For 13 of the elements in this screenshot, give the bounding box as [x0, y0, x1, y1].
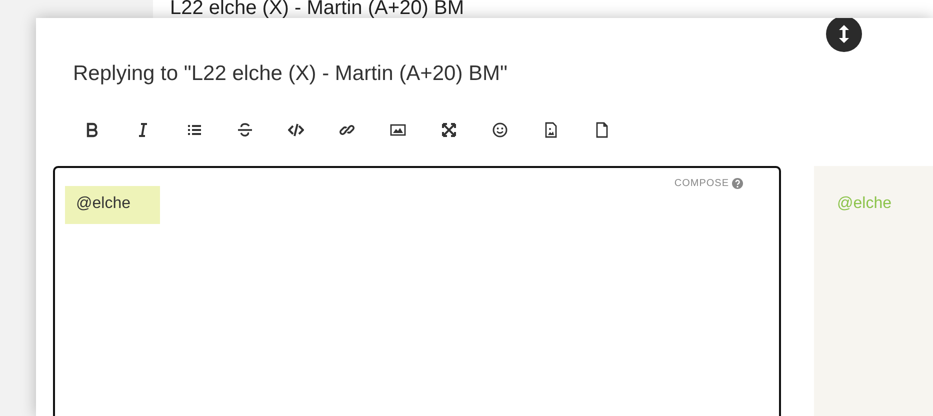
smiley-icon: [492, 122, 508, 138]
strikethrough-icon: [236, 122, 252, 138]
mention-text: @elche: [65, 186, 160, 224]
editor-field[interactable]: COMPOSE @elche: [53, 166, 781, 416]
composer-title: Replying to "L22 elche (X) - Martin (A+20) BM": [73, 61, 508, 87]
image-icon: [390, 122, 406, 138]
resize-handle[interactable]: [826, 18, 862, 52]
help-icon: [732, 178, 743, 188]
image-file-icon: [542, 122, 558, 138]
expand-icon: [440, 122, 456, 138]
code-icon: [288, 122, 304, 138]
mode-label: COMPOSE: [674, 176, 729, 190]
file-icon: [594, 122, 610, 138]
